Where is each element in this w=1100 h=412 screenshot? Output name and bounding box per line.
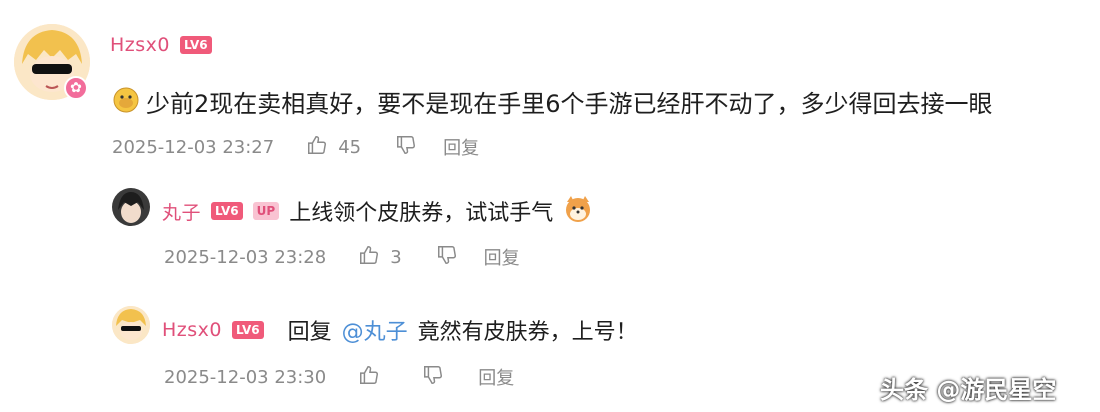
like-icon[interactable] <box>358 364 380 390</box>
dislike-icon[interactable] <box>395 134 417 160</box>
username[interactable]: Hzsx0 <box>110 34 170 56</box>
up-badge: UP <box>252 202 280 220</box>
shiba-emoji-icon <box>563 194 593 228</box>
dislike-icon[interactable] <box>436 244 458 270</box>
like-icon[interactable] <box>306 134 328 160</box>
timestamp: 2025-12-03 23:28 <box>164 246 327 268</box>
reply-button[interactable]: 回复 <box>478 364 514 390</box>
like-count: 45 <box>338 136 362 158</box>
level-badge: LV6 <box>180 36 212 54</box>
timestamp: 2025-12-03 23:30 <box>164 366 327 388</box>
verified-badge-icon: ✿ <box>64 76 88 100</box>
dislike-icon[interactable] <box>422 364 444 390</box>
comment-text: 少前2现在卖相真好，要不是现在手里6个手游已经肝不动了，多少得回去接一眼 <box>146 90 993 118</box>
timestamp: 2025-12-03 23:27 <box>112 136 275 158</box>
like-icon[interactable] <box>358 244 380 270</box>
reply-prefix: 回复 <box>287 320 332 345</box>
avatar[interactable] <box>112 306 150 344</box>
username[interactable]: Hzsx0 <box>162 319 222 341</box>
like-count: 3 <box>390 246 402 268</box>
level-badge: LV6 <box>211 202 243 220</box>
level-badge: LV6 <box>232 321 264 339</box>
reply-button[interactable]: 回复 <box>443 134 479 160</box>
mention-link[interactable]: @丸子 <box>342 314 408 346</box>
reply-text: 竟然有皮肤券，上号！ <box>417 320 638 345</box>
reply-text: 上线领个皮肤券，试试手气 <box>289 201 554 226</box>
reply-button[interactable]: 回复 <box>484 244 520 270</box>
avatar[interactable] <box>112 188 150 226</box>
username[interactable]: 丸子 <box>162 198 201 225</box>
watermark: 头条 @游民星空 <box>880 376 1057 404</box>
emoji-icon <box>112 86 140 118</box>
